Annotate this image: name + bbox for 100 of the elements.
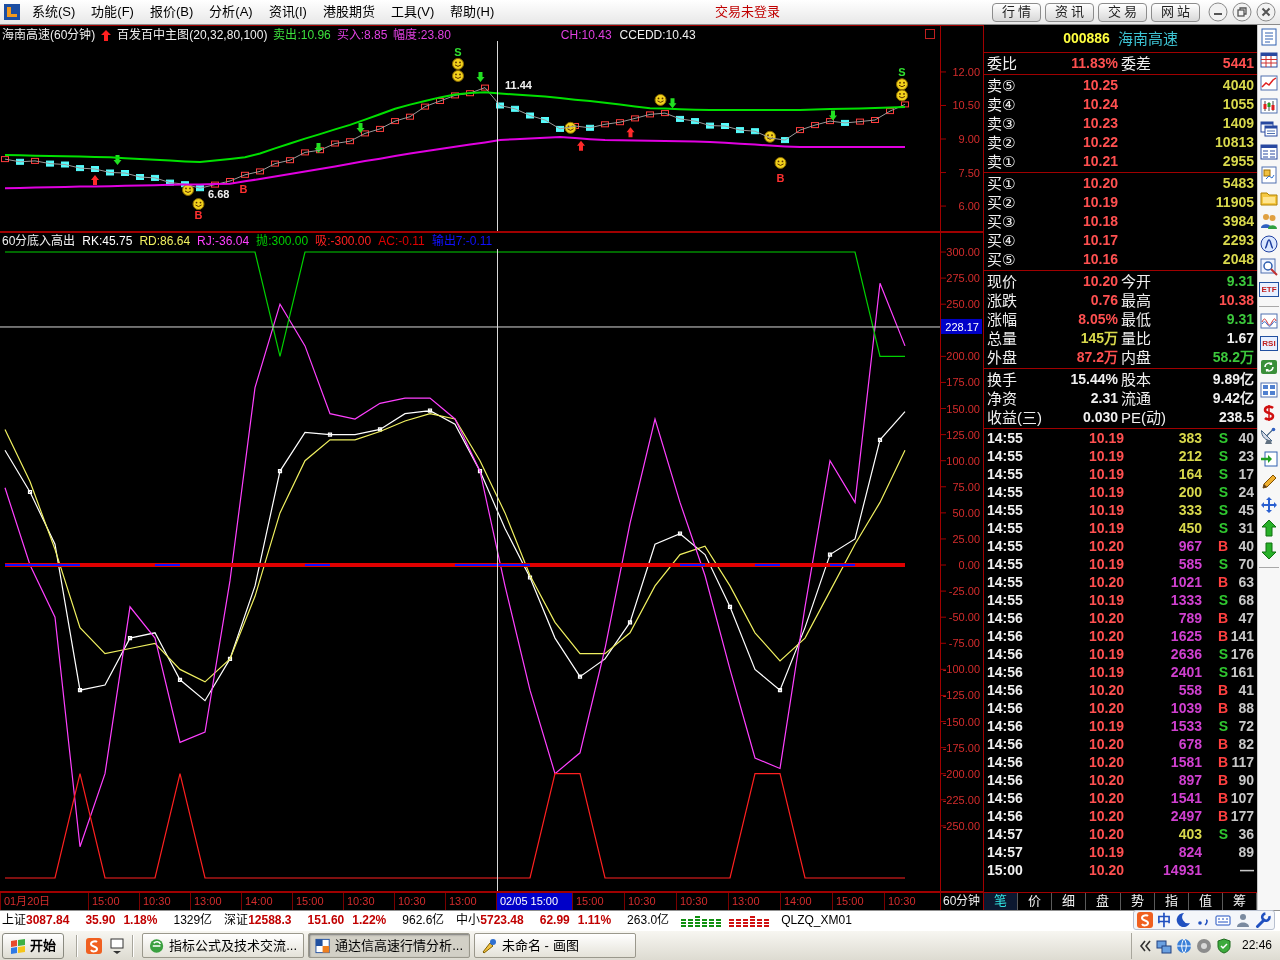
axis-label: 150.00 (946, 402, 980, 415)
quote-label: 总量 (987, 330, 1017, 347)
tick-count: 72 (1237, 717, 1254, 735)
quote-label: 现价 (987, 273, 1017, 290)
tick-direction: B (1216, 807, 1228, 825)
quote-value: 8.05% (1078, 311, 1118, 328)
quote-value: 238.5 (1218, 409, 1254, 426)
tick-direction: S (1217, 825, 1228, 843)
quote-label: 涨幅 (987, 311, 1017, 328)
tick-count: 45 (1237, 501, 1254, 519)
tick-volume: 967 (1177, 537, 1202, 555)
tick-time: 14:57 (987, 843, 1024, 861)
tick-price: 10.19 (1087, 483, 1124, 501)
tick-volume: 1541 (1169, 789, 1202, 807)
tick-price: 10.19 (1087, 429, 1124, 447)
order-price: 10.16 (1082, 251, 1118, 268)
axis-label: 75.00 (952, 480, 980, 493)
chart-title: 60分底入高出 (2, 234, 76, 248)
tick-direction: B (1216, 789, 1228, 807)
quote-value: 9.42亿 (1212, 390, 1254, 407)
quote-value: 0.030 (1082, 409, 1118, 426)
tick-volume: 789 (1177, 609, 1202, 627)
axis-label: -50.00 (948, 611, 980, 624)
tick-direction: B (1216, 573, 1228, 591)
tick-count: 117 (1230, 753, 1254, 771)
tick-price: 10.20 (1087, 861, 1124, 879)
axis-label: 200.00 (946, 350, 980, 363)
chart-title: 海南高速(60分钟) (2, 28, 96, 42)
tick-count: 41 (1237, 681, 1254, 699)
tick-direction: B (1216, 681, 1228, 699)
order-price: 10.23 (1082, 115, 1118, 132)
tick-direction: S (1217, 555, 1228, 573)
quote-label: 股本 (1121, 371, 1151, 388)
index-name: 深证 (224, 913, 249, 928)
tick-count: 90 (1237, 771, 1254, 789)
order-level-label: 卖⑤ (987, 77, 1016, 94)
order-volume: 2293 (1222, 232, 1254, 249)
index-value: 3087.84 (26, 913, 70, 928)
axis-label: 175.00 (946, 376, 980, 389)
legend-reading: AC:-0.11 (378, 234, 425, 248)
indicator-reading: CH:10.43 (560, 28, 612, 42)
stock-name: 海南高速 (1117, 29, 1178, 48)
tick-price: 10.20 (1087, 627, 1124, 645)
tick-price: 10.19 (1087, 465, 1124, 483)
tick-volume: 1533 (1169, 717, 1202, 735)
tick-count: 141 (1229, 627, 1254, 645)
axis-label: 25.00 (952, 532, 980, 545)
tick-volume: 585 (1177, 555, 1202, 573)
tick-direction: B (1216, 699, 1228, 717)
axis-label: 100.00 (946, 454, 980, 467)
axis-label: -125.00 (942, 689, 980, 702)
price-label: 6.68 (208, 188, 230, 201)
price-label: 11.44 (505, 78, 532, 91)
tick-volume: 824 (1177, 843, 1202, 861)
tick-volume: 14931 (1162, 861, 1202, 879)
tick-direction: S (1217, 465, 1228, 483)
tick-direction: S (1217, 447, 1228, 465)
order-level-label: 买① (987, 175, 1016, 192)
tick-count: 107 (1229, 789, 1254, 807)
tick-count: 24 (1237, 483, 1254, 501)
tick-time: 14:56 (987, 735, 1024, 753)
tick-time: 14:55 (987, 519, 1024, 537)
quote-label: 换手 (987, 371, 1017, 388)
tick-volume: 450 (1177, 519, 1202, 537)
tick-count: 40 (1237, 537, 1254, 555)
tick-price: 10.19 (1087, 555, 1124, 573)
axis-label: -150.00 (942, 715, 980, 728)
tick-price: 10.20 (1087, 609, 1124, 627)
order-volume: 2048 (1222, 251, 1254, 268)
quote-value: 9.31 (1226, 273, 1254, 290)
tick-time: 14:56 (987, 699, 1024, 717)
tick-direction: S (1217, 663, 1228, 681)
quote-value: 9.31 (1226, 311, 1254, 328)
tick-direction: B (1216, 627, 1228, 645)
tick-direction: S (1217, 717, 1228, 735)
tick-time: 14:56 (987, 753, 1024, 771)
server-name: QLZQ_XM01 (781, 913, 852, 928)
tick-direction: B (1216, 771, 1228, 789)
index-change: 151.60 (307, 913, 345, 928)
order-price: 10.19 (1082, 194, 1118, 211)
order-volume: 1409 (1222, 115, 1254, 132)
order-price: 10.22 (1082, 134, 1118, 151)
quote-label: 净资 (987, 390, 1017, 407)
tick-volume: 1625 (1169, 627, 1202, 645)
index-amount: 962.6亿 (402, 913, 445, 928)
axis-label: 125.00 (946, 428, 980, 441)
quote-value: 5441 (1222, 55, 1254, 72)
order-volume: 2955 (1222, 153, 1254, 170)
quote-label: 流通 (1121, 390, 1151, 407)
quote-value: 87.2万 (1076, 349, 1118, 366)
index-amount: 263.0亿 (627, 913, 670, 928)
index-name: 中小 (456, 913, 481, 928)
legend-reading: 抛:300.00 (256, 234, 309, 248)
legend-reading: 输出7:-0.11 (431, 234, 493, 248)
quote-label: 委比 (987, 55, 1017, 72)
tick-count: 63 (1237, 573, 1254, 591)
tick-direction: S (1217, 483, 1228, 501)
tick-volume: 1333 (1169, 591, 1202, 609)
tick-time: 14:57 (987, 825, 1024, 843)
crosshair-value-label: 228.17 (941, 318, 982, 334)
